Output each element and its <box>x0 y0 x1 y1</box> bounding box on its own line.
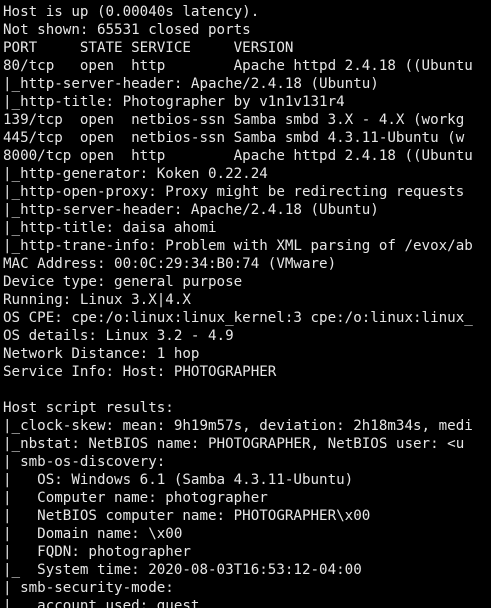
terminal-line: | OS: Windows 6.1 (Samba 4.3.11-Ubuntu) <box>3 472 354 488</box>
terminal-line: | smb-security-mode: <box>3 580 174 596</box>
terminal-line: Running: Linux 3.X|4.X <box>3 292 191 308</box>
terminal-line: 8000/tcp open http Apache httpd 2.4.18 (… <box>3 148 473 164</box>
terminal-line: |_http-generator: Koken 0.22.24 <box>3 166 268 182</box>
terminal-line: Service Info: Host: PHOTOGRAPHER <box>3 364 277 380</box>
terminal-line: |_http-title: Photographer by v1n1v131r4 <box>3 94 345 110</box>
terminal-line: |_http-server-header: Apache/2.4.18 (Ubu… <box>3 202 379 218</box>
terminal-line: Host is up (0.00040s latency). <box>3 4 260 20</box>
terminal-line: Not shown: 65531 closed ports <box>3 22 251 38</box>
terminal-window[interactable]: Host is up (0.00040s latency). Not shown… <box>0 0 491 608</box>
terminal-line: MAC Address: 00:0C:29:34:B0:74 (VMware) <box>3 256 337 272</box>
terminal-line: OS details: Linux 3.2 - 4.9 <box>3 328 234 344</box>
terminal-line: PORT STATE SERVICE VERSION <box>3 40 294 56</box>
terminal-line: | smb-os-discovery: <box>3 454 166 470</box>
terminal-line: |_http-trane-info: Problem with XML pars… <box>3 238 473 254</box>
terminal-line: Host script results: <box>3 400 174 416</box>
terminal-line: |_http-server-header: Apache/2.4.18 (Ubu… <box>3 76 379 92</box>
terminal-line: | NetBIOS computer name: PHOTOGRAPHER\x0… <box>3 508 371 524</box>
terminal-line: | Computer name: photographer <box>3 490 268 506</box>
terminal-line: OS CPE: cpe:/o:linux:linux_kernel:3 cpe:… <box>3 310 473 326</box>
terminal-line: |_nbstat: NetBIOS name: PHOTOGRAPHER, Ne… <box>3 436 465 452</box>
terminal-line: 139/tcp open netbios-ssn Samba smbd 3.X … <box>3 112 465 128</box>
terminal-line: | Domain name: \x00 <box>3 526 183 542</box>
terminal-line: | FQDN: photographer <box>3 544 191 560</box>
terminal-output: Host is up (0.00040s latency). Not shown… <box>3 3 491 608</box>
terminal-line: |_http-title: daisa ahomi <box>3 220 217 236</box>
terminal-line: | account_used: guest <box>3 598 200 608</box>
terminal-line: Network Distance: 1 hop <box>3 346 200 362</box>
terminal-line: |_ System time: 2020-08-03T16:53:12-04:0… <box>3 562 362 578</box>
terminal-line: |_clock-skew: mean: 9h19m57s, deviation:… <box>3 418 473 434</box>
terminal-line: 445/tcp open netbios-ssn Samba smbd 4.3.… <box>3 130 465 146</box>
terminal-line: Device type: general purpose <box>3 274 243 290</box>
terminal-line: 80/tcp open http Apache httpd 2.4.18 ((U… <box>3 58 473 74</box>
terminal-line: |_http-open-proxy: Proxy might be redire… <box>3 184 465 200</box>
